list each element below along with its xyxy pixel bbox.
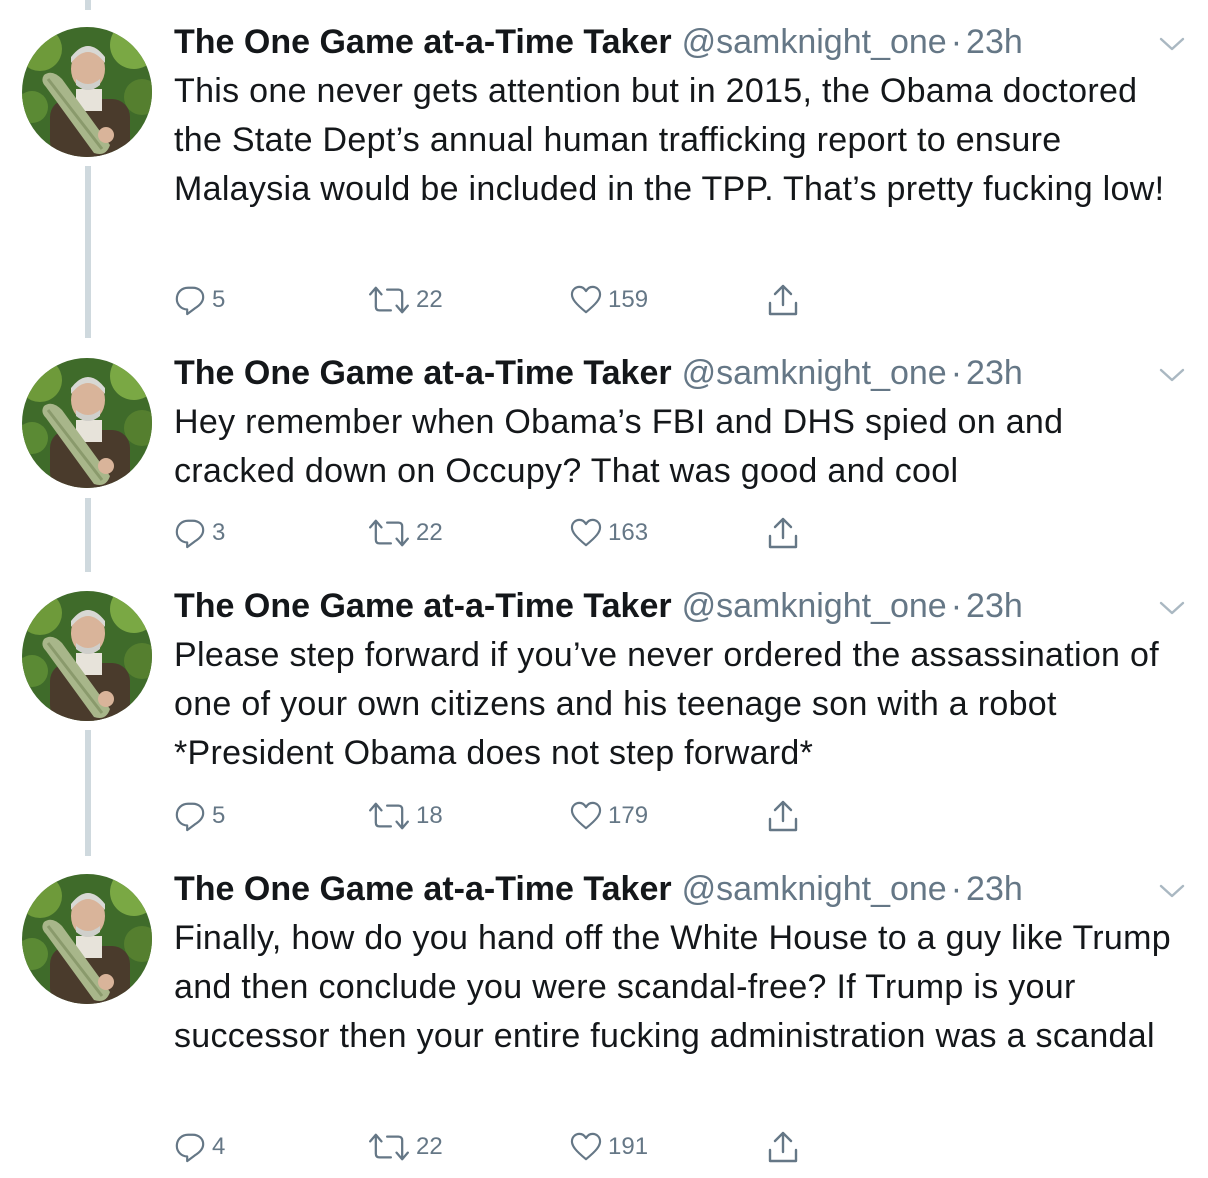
- display-name[interactable]: The One Game at-a-Time Taker: [174, 870, 672, 908]
- retweet-button[interactable]: 22: [368, 515, 443, 551]
- retweet-icon: [368, 284, 410, 316]
- avatar[interactable]: [22, 358, 152, 488]
- retweet-count: 18: [416, 802, 443, 829]
- like-count: 163: [608, 519, 649, 546]
- tweet-text: This one never gets attention but in 201…: [174, 72, 1165, 208]
- tweet-thread: The One Game at-a-Time Taker @samknight_o…: [0, 0, 1208, 1178]
- heart-icon: [570, 1132, 602, 1162]
- share-icon: [766, 283, 800, 317]
- reply-button[interactable]: 3: [174, 515, 225, 551]
- separator: ·: [950, 587, 963, 625]
- retweet-button[interactable]: 22: [368, 1129, 443, 1165]
- like-button[interactable]: 159: [570, 282, 648, 318]
- like-count: 179: [608, 802, 649, 829]
- user-handle[interactable]: @samknight_one: [682, 870, 947, 908]
- reply-button[interactable]: 5: [174, 798, 225, 834]
- tweet-header: The One Game at-a-Time Taker @samknight_o…: [174, 20, 1023, 64]
- retweet-icon: [368, 800, 410, 832]
- reply-count: 4: [212, 1133, 226, 1160]
- tweet-header: The One Game at-a-Time Taker @samknight_o…: [174, 867, 1023, 911]
- chevron-down-icon[interactable]: [1158, 34, 1186, 54]
- chevron-down-icon[interactable]: [1158, 598, 1186, 618]
- separator: ·: [950, 354, 963, 392]
- reply-count: 5: [212, 802, 226, 829]
- tweet-actions: 5 18 179: [174, 798, 814, 834]
- display-name[interactable]: The One Game at-a-Time Taker: [174, 23, 672, 61]
- thread-line: [85, 730, 91, 856]
- reply-icon: [174, 1131, 206, 1163]
- avatar[interactable]: [22, 591, 152, 721]
- tweet-text: Hey remember when Obama’s FBI and DHS sp…: [174, 403, 1064, 490]
- avatar[interactable]: [22, 874, 152, 1004]
- like-count: 159: [608, 286, 649, 313]
- reply-icon: [174, 284, 206, 316]
- reply-icon: [174, 800, 206, 832]
- separator: ·: [950, 23, 963, 61]
- tweet-header: The One Game at-a-Time Taker @samknight_o…: [174, 351, 1023, 395]
- retweet-count: 22: [416, 519, 443, 546]
- heart-icon: [570, 518, 602, 548]
- tweet-text: Please step forward if you’ve never orde…: [174, 636, 1159, 772]
- tweet-header: The One Game at-a-Time Taker @samknight_o…: [174, 584, 1023, 628]
- timestamp[interactable]: 23h: [966, 354, 1023, 392]
- separator: ·: [950, 870, 963, 908]
- reply-count: 5: [212, 286, 226, 313]
- heart-icon: [570, 285, 602, 315]
- retweet-button[interactable]: 22: [368, 282, 443, 318]
- like-count: 191: [608, 1133, 649, 1160]
- user-handle[interactable]: @samknight_one: [682, 587, 947, 625]
- share-icon: [766, 799, 800, 833]
- chevron-down-icon[interactable]: [1158, 881, 1186, 901]
- tweet-actions: 3 22 163: [174, 515, 814, 551]
- tweet[interactable]: The One Game at-a-Time Taker @samknight_o…: [0, 0, 1208, 330]
- like-button[interactable]: 179: [570, 798, 648, 834]
- timestamp[interactable]: 23h: [966, 587, 1023, 625]
- reply-button[interactable]: 5: [174, 282, 225, 318]
- share-button[interactable]: [766, 515, 800, 551]
- user-handle[interactable]: @samknight_one: [682, 23, 947, 61]
- share-icon: [766, 516, 800, 550]
- tweet-text: Finally, how do you hand off the White H…: [174, 919, 1171, 1055]
- chevron-down-icon[interactable]: [1158, 365, 1186, 385]
- reply-icon: [174, 517, 206, 549]
- avatar[interactable]: [22, 27, 152, 157]
- reply-button[interactable]: 4: [174, 1129, 225, 1165]
- share-button[interactable]: [766, 1129, 800, 1165]
- share-icon: [766, 1130, 800, 1164]
- retweet-icon: [368, 517, 410, 549]
- tweet-actions: 4 22 191: [174, 1129, 814, 1165]
- heart-icon: [570, 801, 602, 831]
- user-handle[interactable]: @samknight_one: [682, 354, 947, 392]
- like-button[interactable]: 191: [570, 1129, 648, 1165]
- display-name[interactable]: The One Game at-a-Time Taker: [174, 354, 672, 392]
- retweet-count: 22: [416, 1133, 443, 1160]
- share-button[interactable]: [766, 798, 800, 834]
- reply-count: 3: [212, 519, 226, 546]
- like-button[interactable]: 163: [570, 515, 648, 551]
- thread-line: [85, 498, 91, 572]
- display-name[interactable]: The One Game at-a-Time Taker: [174, 587, 672, 625]
- timestamp[interactable]: 23h: [966, 870, 1023, 908]
- timestamp[interactable]: 23h: [966, 23, 1023, 61]
- retweet-button[interactable]: 18: [368, 798, 443, 834]
- tweet-actions: 5 22 159: [174, 282, 814, 318]
- retweet-icon: [368, 1131, 410, 1163]
- share-button[interactable]: [766, 282, 800, 318]
- retweet-count: 22: [416, 286, 443, 313]
